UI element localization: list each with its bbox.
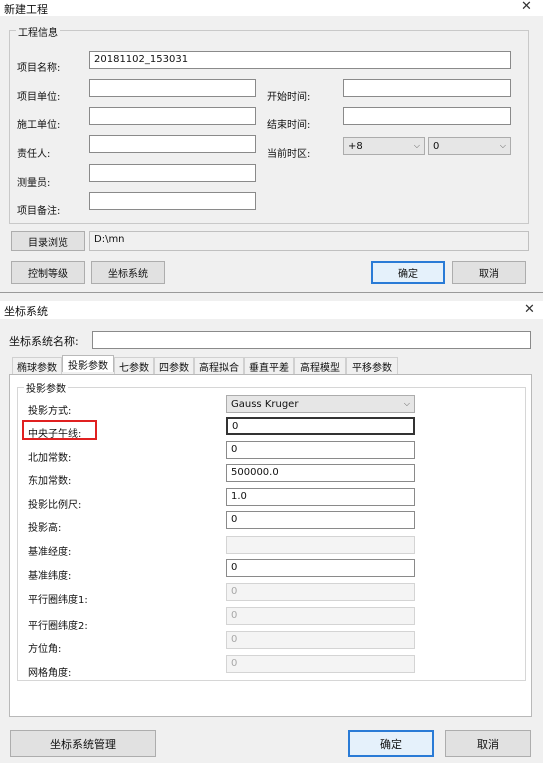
false-easting-input[interactable]: 500000.0 — [226, 464, 415, 482]
start-time-label: 开始时间: — [267, 92, 311, 103]
projection-method-value: Gauss Kruger — [231, 398, 299, 410]
construction-unit-input[interactable] — [89, 107, 256, 125]
group-label: 投影参数 — [24, 380, 68, 395]
grid-angle-label: 网格角度: — [28, 668, 72, 679]
base-longitude-label: 基准经度: — [28, 547, 72, 558]
grid-angle-input: 0 — [226, 655, 415, 673]
false-easting-label: 东加常数: — [28, 476, 72, 487]
tab-vertical-adjust[interactable]: 垂直平差 — [244, 357, 294, 374]
project-unit-input[interactable] — [89, 79, 256, 97]
scale-input[interactable]: 1.0 — [226, 488, 415, 506]
project-name-input[interactable]: 20181102_153031 — [89, 51, 511, 69]
projection-method-label: 投影方式: — [28, 406, 72, 417]
tab-ellipsoid[interactable]: 椭球参数 — [12, 357, 62, 374]
responsible-label: 责任人: — [17, 149, 51, 160]
chevron-down-icon: ⌵ — [403, 399, 410, 408]
parallel2-input: 0 — [226, 607, 415, 625]
false-northing-input[interactable]: 0 — [226, 441, 415, 459]
base-latitude-input[interactable]: 0 — [226, 559, 415, 577]
coord-system-titlebar: 坐标系统 ✕ — [0, 301, 543, 319]
central-meridian-input[interactable]: 0 — [226, 417, 415, 435]
chevron-down-icon: ⌵ — [499, 141, 506, 150]
cancel-button[interactable]: 取消 — [452, 261, 526, 284]
control-level-button[interactable]: 控制等级 — [11, 261, 85, 284]
construction-unit-label: 施工单位: — [17, 120, 61, 131]
close-icon[interactable]: ✕ — [521, 0, 532, 14]
dialog-title: 新建工程 — [4, 3, 48, 16]
browse-button[interactable]: 目录浏览 — [11, 231, 85, 251]
tab-seven-params[interactable]: 七参数 — [114, 357, 154, 374]
group-label: 工程信息 — [16, 24, 60, 39]
end-time-input[interactable] — [343, 107, 511, 125]
tab-projection[interactable]: 投影参数 — [62, 355, 114, 372]
timezone-select[interactable]: +8 ⌵ — [343, 137, 425, 155]
remark-input[interactable] — [89, 192, 256, 210]
timezone-label: 当前时区: — [267, 149, 311, 160]
central-meridian-label: 中央子午线: — [28, 429, 82, 440]
projection-method-select[interactable]: Gauss Kruger ⌵ — [226, 395, 415, 413]
false-northing-label: 北加常数: — [28, 453, 72, 464]
height-input[interactable]: 0 — [226, 511, 415, 529]
cancel-button[interactable]: 取消 — [445, 730, 531, 757]
tab-translation[interactable]: 平移参数 — [346, 357, 398, 374]
browse-path: D:\mn — [89, 231, 529, 251]
start-time-input[interactable] — [343, 79, 511, 97]
dialog-title: 坐标系统 — [4, 305, 48, 318]
close-icon[interactable]: ✕ — [524, 302, 535, 317]
base-latitude-label: 基准纬度: — [28, 571, 72, 582]
parallel1-label: 平行圈纬度1: — [28, 595, 88, 606]
coord-system-button[interactable]: 坐标系统 — [91, 261, 165, 284]
chevron-down-icon: ⌵ — [413, 141, 420, 150]
remark-label: 项目备注: — [17, 206, 61, 217]
tab-four-params[interactable]: 四参数 — [154, 357, 194, 374]
parallel2-label: 平行圈纬度2: — [28, 621, 88, 632]
surveyor-input[interactable] — [89, 164, 256, 182]
coord-system-manage-button[interactable]: 坐标系统管理 — [10, 730, 156, 757]
timezone-minutes-value: 0 — [433, 140, 440, 152]
scale-label: 投影比例尺: — [28, 500, 82, 511]
coord-name-label: 坐标系统名称: — [9, 335, 79, 348]
base-longitude-input — [226, 536, 415, 554]
timezone-value: +8 — [348, 140, 363, 152]
project-unit-label: 项目单位: — [17, 92, 61, 103]
ok-button[interactable]: 确定 — [348, 730, 434, 757]
tab-height-fit[interactable]: 高程拟合 — [194, 357, 244, 374]
coord-name-input[interactable] — [92, 331, 531, 349]
parallel1-input: 0 — [226, 583, 415, 601]
project-name-label: 项目名称: — [17, 63, 61, 74]
azimuth-label: 方位角: — [28, 644, 62, 655]
timezone-minutes-select[interactable]: 0 ⌵ — [428, 137, 511, 155]
end-time-label: 结束时间: — [267, 120, 311, 131]
height-label: 投影高: — [28, 523, 62, 534]
surveyor-label: 测量员: — [17, 178, 51, 189]
ok-button[interactable]: 确定 — [371, 261, 445, 284]
azimuth-input: 0 — [226, 631, 415, 649]
responsible-input[interactable] — [89, 135, 256, 153]
tab-height-model[interactable]: 高程模型 — [294, 357, 346, 374]
new-project-titlebar: 新建工程 ✕ — [0, 0, 543, 16]
